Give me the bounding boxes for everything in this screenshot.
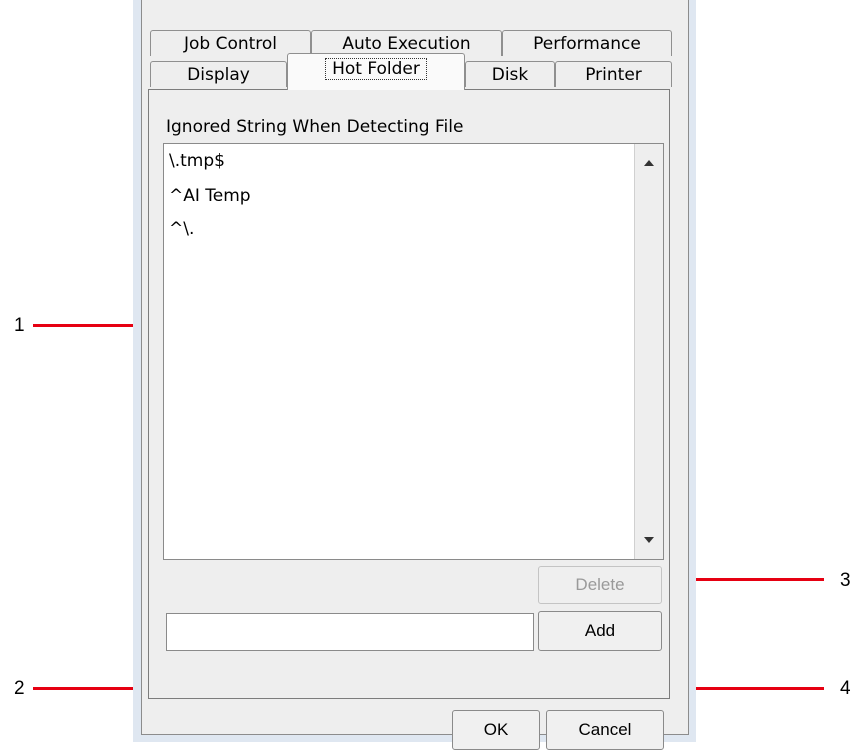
list-item[interactable]: \.tmp$ <box>169 151 225 171</box>
scroll-up-icon[interactable] <box>644 160 654 166</box>
tab-job-control[interactable]: Job Control <box>150 30 311 56</box>
list-scrollbar[interactable] <box>634 144 663 559</box>
ignored-string-label: Ignored String When Detecting File <box>166 117 464 137</box>
tab-hot-folder[interactable]: Hot Folder <box>287 53 465 90</box>
callout-3-number: 3 <box>840 570 851 591</box>
list-item[interactable]: ^\. <box>169 219 194 239</box>
callout-1-number: 1 <box>14 315 25 336</box>
ignored-string-input[interactable] <box>166 613 534 651</box>
scroll-down-icon[interactable] <box>644 537 654 543</box>
tab-disk[interactable]: Disk <box>465 61 555 87</box>
tab-printer[interactable]: Printer <box>555 61 672 87</box>
tab-performance[interactable]: Performance <box>502 30 672 56</box>
tab-display[interactable]: Display <box>150 61 287 87</box>
ignored-strings-list[interactable]: \.tmp$ ^AI Temp ^\. <box>163 143 664 560</box>
callout-4-number: 4 <box>840 678 851 699</box>
delete-button[interactable]: Delete <box>538 566 662 604</box>
callout-2-number: 2 <box>14 678 25 699</box>
list-item[interactable]: ^AI Temp <box>169 186 251 206</box>
cancel-button[interactable]: Cancel <box>546 710 664 750</box>
tab-hot-folder-label: Hot Folder <box>325 58 427 80</box>
ok-button[interactable]: OK <box>452 710 540 750</box>
add-button[interactable]: Add <box>538 611 662 651</box>
